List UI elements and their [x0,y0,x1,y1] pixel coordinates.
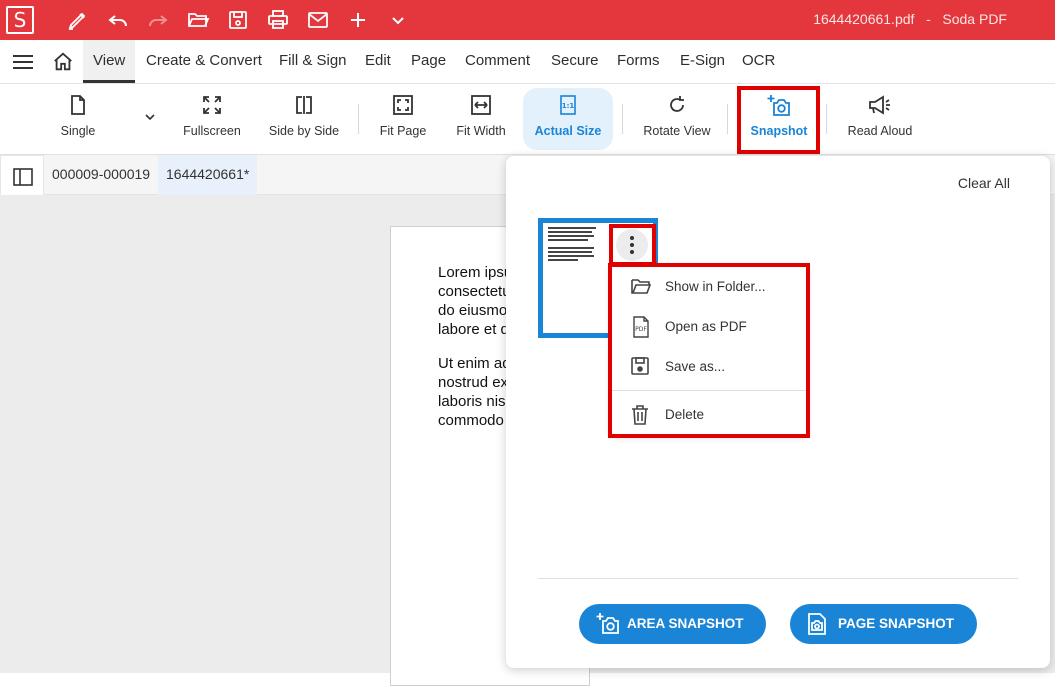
single-page-icon [71,95,85,115]
hamburger-menu-icon[interactable] [12,53,34,76]
page-snapshot-icon [808,613,826,635]
open-as-pdf-label: Open as PDF [665,319,747,334]
toolbar-divider [727,104,728,134]
area-snapshot-button[interactable]: AREA SNAPSHOT [579,604,766,644]
menu-esign[interactable]: E-Sign [680,52,725,69]
menu-comment[interactable]: Comment [465,52,530,69]
menu-edit[interactable]: Edit [365,52,391,69]
svg-text:1:1: 1:1 [562,102,575,110]
read-aloud-button[interactable]: Read Aloud [842,84,918,155]
fit-page-label: Fit Page [379,124,427,138]
plus-icon[interactable] [346,8,370,32]
fullscreen-label: Fullscreen [183,124,241,138]
actual-size-icon: 1:1 [560,95,576,115]
actual-size-label: Actual Size [534,124,602,138]
save-as-item[interactable]: Save as... [612,348,806,384]
open-as-pdf-item[interactable]: PDF Open as PDF [612,308,806,344]
delete-item[interactable]: Delete [612,396,806,432]
chevron-down-icon[interactable] [386,8,410,32]
title-bar: S 1644420661.pdf - Soda PDF [0,0,1055,40]
folder-open-icon [631,279,652,294]
toolbar-divider [358,104,359,134]
save-icon[interactable] [226,8,250,32]
fit-width-button[interactable]: Fit Width [448,84,514,155]
pen-icon[interactable] [66,8,90,32]
area-snapshot-icon [596,613,619,634]
rotate-view-label: Rotate View [643,124,711,138]
area-snapshot-label: AREA SNAPSHOT [627,616,744,631]
print-icon[interactable] [266,8,290,32]
menu-page[interactable]: Page [411,52,446,69]
rotate-icon [670,96,684,112]
mail-icon[interactable] [306,8,330,32]
menu-bar: View Create & Convert Fill & Sign Edit P… [0,40,1055,84]
view-toolbar: Single Fullscreen Side by Side Fit Page … [0,84,1055,155]
toolbar-divider [622,104,623,134]
single-label: Single [60,124,96,138]
fit-width-label: Fit Width [456,124,506,138]
menu-create-convert[interactable]: Create & Convert [146,52,262,69]
window-title: 1644420661.pdf - Soda PDF [813,11,1007,27]
side-by-side-label: Side by Side [268,124,340,138]
chevron-down-icon [145,114,155,121]
menu-view[interactable]: View [83,40,136,83]
rotate-view-button[interactable]: Rotate View [638,84,716,155]
menu-secure[interactable]: Secure [551,52,599,69]
pdf-file-icon: PDF [633,316,649,338]
fit-page-icon [393,95,413,115]
context-menu-divider [612,390,806,391]
panel-divider [538,578,1018,579]
show-in-folder-label: Show in Folder... [665,279,766,294]
fit-width-icon [471,95,491,115]
trash-icon [632,405,648,425]
pdf-icon-text: PDF [635,326,647,333]
actual-size-button[interactable]: 1:1 Actual Size [523,88,613,150]
megaphone-icon [869,95,890,115]
single-page-button[interactable]: Single [48,84,108,155]
menu-forms[interactable]: Forms [617,52,660,69]
fullscreen-icon [203,96,221,114]
more-options-icon[interactable] [616,229,648,261]
open-folder-icon[interactable] [186,8,210,32]
snapshot-context-menu: Show in Folder... PDF Open as PDF Save a… [612,266,806,434]
show-in-folder-item[interactable]: Show in Folder... [612,268,806,304]
page-snapshot-button[interactable]: PAGE SNAPSHOT [790,604,977,644]
side-by-side-icon [296,96,312,114]
save-as-label: Save as... [665,359,726,374]
snapshot-camera-icon [767,95,790,116]
redo-icon[interactable] [146,8,170,32]
menu-fill-sign[interactable]: Fill & Sign [279,52,347,69]
toolbar-divider [826,104,827,134]
delete-label: Delete [665,407,705,422]
menu-ocr[interactable]: OCR [742,52,775,69]
undo-icon[interactable] [106,8,130,32]
fit-page-button[interactable]: Fit Page [372,84,434,155]
fullscreen-button[interactable]: Fullscreen [176,84,248,155]
page-snapshot-label: PAGE SNAPSHOT [838,616,955,631]
tab-doc-000009[interactable]: 000009-000019 [44,155,158,195]
snapshot-button[interactable]: Snapshot [742,84,816,155]
thumbnails-panel-icon[interactable] [13,168,33,191]
soda-pdf-logo[interactable]: S [6,6,34,34]
save-icon [631,357,649,375]
read-aloud-label: Read Aloud [847,124,913,138]
clear-all-button[interactable]: Clear All [958,175,1010,191]
home-icon[interactable] [52,51,74,78]
tab-doc-1644420661[interactable]: 1644420661* [158,155,258,195]
snapshot-label: Snapshot [750,124,808,138]
single-dropdown-button[interactable] [140,84,160,155]
side-by-side-button[interactable]: Side by Side [266,84,342,155]
